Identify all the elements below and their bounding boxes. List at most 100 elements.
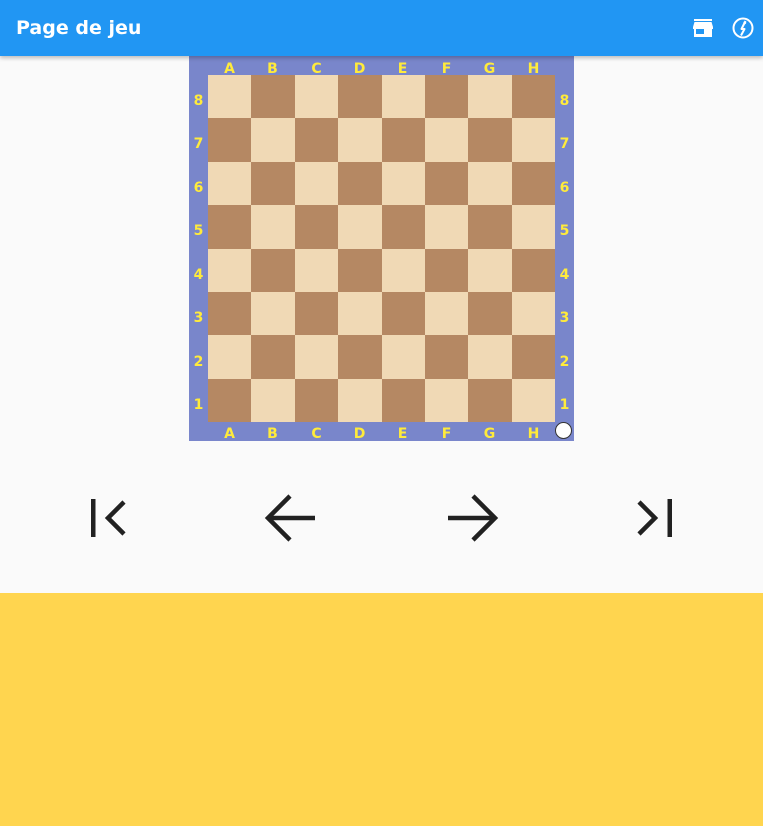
rank-label-left: 7 [193,136,204,152]
board-square-e3[interactable] [381,291,425,336]
board-square-h1[interactable] [511,378,555,422]
bottom-panel [0,593,763,826]
board-square-f6[interactable] [424,161,469,206]
board-square-f2[interactable] [424,335,469,379]
rank-label-left: 6 [193,180,204,196]
board-square-h4[interactable] [511,248,555,292]
rank-label-left: 3 [193,310,204,326]
board-square-e5[interactable] [381,205,425,249]
board-square-d2[interactable] [338,335,382,379]
board-square-f1[interactable] [424,378,469,422]
first-move-button[interactable] [75,486,139,550]
file-label-bottom: D [353,426,366,442]
board-square-a2[interactable] [208,335,252,379]
board-square-c2[interactable] [294,335,339,379]
file-label-bottom: G [483,426,496,442]
rank-label-right: 4 [559,267,570,283]
rank-label-left: 4 [193,267,204,283]
board-square-c3[interactable] [294,291,339,336]
board-square-g6[interactable] [468,161,512,206]
board-square-d7[interactable] [338,118,382,162]
arrow-forward-icon [448,494,499,542]
store-icon [693,19,713,37]
store-button[interactable] [691,16,715,40]
rank-label-right: 5 [559,223,570,239]
rank-label-left: 5 [193,223,204,239]
board-square-b3[interactable] [251,291,295,336]
board-square-g2[interactable] [468,335,512,379]
board-square-h2[interactable] [511,335,555,379]
last-move-button[interactable] [624,486,688,550]
file-label-bottom: F [441,426,452,442]
board-square-b8[interactable] [251,75,295,119]
board-square-a7[interactable] [208,118,252,162]
app-bar: Page de jeu [0,0,763,56]
last-page-icon [637,499,672,537]
board-square-c7[interactable] [294,118,339,162]
board-square-g1[interactable] [468,378,512,422]
board-square-b4[interactable] [251,248,295,292]
rank-label-left: 8 [193,93,204,109]
rank-label-right: 7 [559,136,570,152]
board-square-b5[interactable] [251,205,295,249]
board-square-b2[interactable] [251,335,295,379]
board-square-e2[interactable] [381,335,425,379]
board-square-a3[interactable] [208,291,252,336]
board-square-c4[interactable] [294,248,339,292]
board-square-f8[interactable] [424,75,469,119]
board-square-d6[interactable] [338,161,382,206]
board-square-b6[interactable] [251,161,295,206]
board-square-g3[interactable] [468,291,512,336]
board-square-d1[interactable] [338,378,382,422]
first-page-icon [91,499,126,537]
board-square-h5[interactable] [511,205,555,249]
board-square-a1[interactable] [208,378,252,422]
board-square-e4[interactable] [381,248,425,292]
board-square-a8[interactable] [208,75,252,119]
rank-label-left: 1 [193,397,204,413]
board-square-f5[interactable] [424,205,469,249]
board-square-a5[interactable] [208,205,252,249]
previous-move-button[interactable] [258,486,322,550]
board-square-c8[interactable] [294,75,339,119]
board-square-b7[interactable] [251,118,295,162]
exit-game-icon [732,17,754,39]
board-square-f7[interactable] [424,118,469,162]
board-square-f4[interactable] [424,248,469,292]
board-square-h3[interactable] [511,291,555,336]
board-square-h8[interactable] [511,75,555,119]
board-square-a6[interactable] [208,161,252,206]
turn-indicator [555,422,572,439]
file-label-bottom: E [397,426,408,442]
next-move-button[interactable] [441,486,505,550]
board-square-e7[interactable] [381,118,425,162]
board-square-e8[interactable] [381,75,425,119]
board-squares [208,75,555,422]
board-square-c5[interactable] [294,205,339,249]
board-square-d5[interactable] [338,205,382,249]
board-square-a4[interactable] [208,248,252,292]
file-label-bottom: B [267,426,278,442]
board-square-b1[interactable] [251,378,295,422]
board-square-c1[interactable] [294,378,339,422]
arrow-back-icon [264,494,315,542]
board-square-g4[interactable] [468,248,512,292]
board-square-g7[interactable] [468,118,512,162]
board-square-h6[interactable] [511,161,555,206]
board-square-d8[interactable] [338,75,382,119]
board-square-g5[interactable] [468,205,512,249]
board-square-h7[interactable] [511,118,555,162]
board-square-e1[interactable] [381,378,425,422]
board-square-c6[interactable] [294,161,339,206]
rank-label-right: 3 [559,310,570,326]
board-square-g8[interactable] [468,75,512,119]
board-square-e6[interactable] [381,161,425,206]
page-title: Page de jeu [16,17,142,39]
board-square-d3[interactable] [338,291,382,336]
board-square-f3[interactable] [424,291,469,336]
board-square-d4[interactable] [338,248,382,292]
exit-game-button[interactable] [731,16,755,40]
rank-label-right: 2 [559,354,570,370]
rank-label-right: 8 [559,93,570,109]
rank-label-left: 2 [193,354,204,370]
